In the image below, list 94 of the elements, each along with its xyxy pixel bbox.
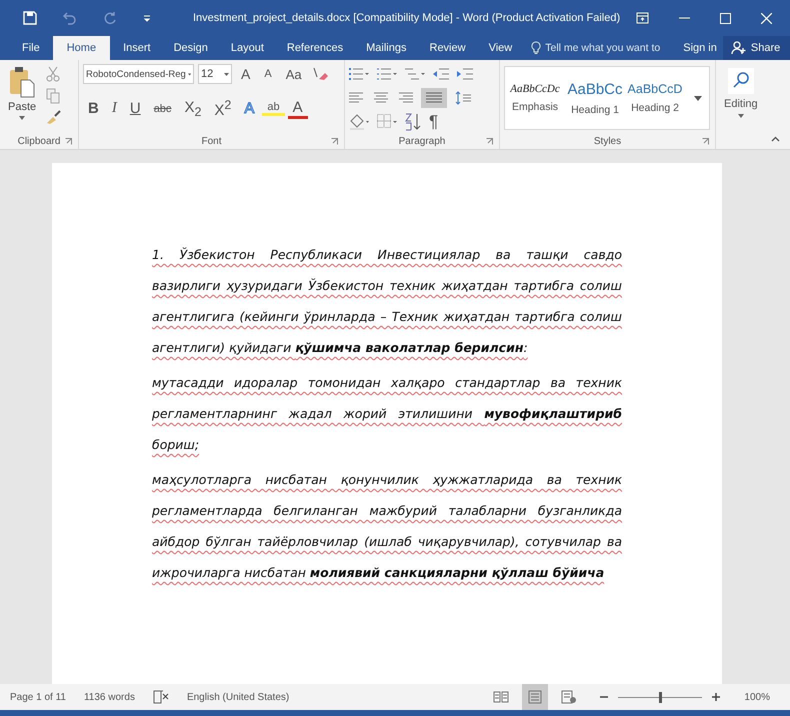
person-plus-icon [730,41,746,55]
align-right-icon[interactable] [397,92,413,104]
redo-icon[interactable] [103,11,117,25]
dialog-launcher-icon[interactable] [486,138,493,144]
scissors-icon[interactable] [46,66,60,82]
font-name-field[interactable]: RobotoCondensed-Reg [83,64,194,84]
minimize-icon[interactable] [679,17,690,19]
paint-bucket-icon[interactable] [349,114,369,130]
ribbon-tab[interactable]: Design [164,36,218,60]
close-icon[interactable] [761,12,772,24]
italic-button[interactable]: I [106,100,122,117]
copy-icon[interactable] [46,88,60,104]
ribbon-tab[interactable]: References [276,36,354,60]
undo-icon[interactable] [63,11,77,25]
collapse-ribbon-icon[interactable] [771,136,780,142]
style-preview: AaBbCcD [628,82,682,96]
proofing-icon[interactable] [152,690,169,704]
underline-button[interactable]: U [124,100,146,117]
word-count[interactable]: 1136 words [84,692,135,702]
web-page-icon [561,690,578,704]
caret-icon [738,114,744,118]
group-label: Styles [594,136,622,146]
ribbon-tab[interactable]: View [478,36,522,60]
bullet-list-icon[interactable] [349,68,369,80]
ribbon-tab[interactable]: Insert [113,36,161,60]
style-preview: AaBbCcDc [510,83,560,95]
ribbon-tab[interactable]: Review [420,36,476,60]
numbered-list-icon[interactable] [377,68,397,80]
style-option[interactable]: AaBbCcDc Emphasis [505,67,565,129]
document-paragraph: мутасадди идоралар томонидан халқаро стандартлар ва техник регламентларнинг жадал жорий этилишини мувофиқлаштириб бориш; [152,374,622,454]
ribbon-tab[interactable]: File [12,36,50,60]
save-icon[interactable] [23,11,37,25]
language-indicator[interactable]: English (United States) [186,692,290,702]
search-icon [728,68,754,94]
page-icon [528,690,542,704]
caret-icon [188,72,191,76]
multilevel-list-icon[interactable] [405,68,425,80]
clipboard-icon [9,66,36,98]
group-label: Font [201,136,222,146]
caret-icon [19,116,26,120]
page-count[interactable]: Page 1 of 11 [10,692,66,702]
eraser-icon[interactable] [310,66,329,82]
grow-font-button[interactable]: A [236,66,256,82]
align-center-icon[interactable] [373,92,389,104]
bold-button[interactable]: B [83,100,104,117]
style-option[interactable]: AaBbCcD Heading 2 [625,67,685,129]
ribbon-display-icon[interactable] [636,12,649,24]
change-case-button[interactable]: Aa [280,66,307,82]
zoom-in-icon[interactable] [712,693,720,701]
decrease-indent-icon[interactable] [433,68,449,80]
style-preview: AaBbCc [567,80,623,98]
maximize-icon[interactable] [720,12,731,24]
color-button[interactable]: A [288,98,308,118]
paste-button[interactable]: Paste [4,64,40,133]
show-formatting-button[interactable]: ¶ [429,112,438,132]
editing-button[interactable]: Editing [720,64,762,122]
style-option[interactable]: AaBbCc Heading 1 [565,67,625,129]
sup-button[interactable]: X$^{2}$ [209,98,236,119]
strike-button[interactable]: abc [148,102,176,114]
zoom-slider-thumb[interactable] [659,692,662,702]
dialog-launcher-icon[interactable] [65,138,72,144]
lightbulb-icon [531,41,542,55]
tell-me-field[interactable]: Tell me what you want to [531,36,682,60]
justify-icon[interactable] [421,88,447,108]
sign-in-link[interactable]: Sign in [681,36,723,60]
document-paragraph: 1. Ўзбекистон Республикаси Инвестициялар ва ташқи савдо вазирлиги ҳузуридаги Ўзбекистон техник жиҳатдан тартибга солиш агентлигига (кейинги ўринларда – Техник жиҳатдан тартибга солиш агентлиги) қуйидаги қўшимча ваколатлар берилсин: [152,246,622,357]
ribbon-tab[interactable]: Mailings [356,36,416,60]
group-label: Clipboard [18,136,60,146]
style-name: Heading 1 [571,104,619,116]
ribbon-tab[interactable]: Home [52,36,110,60]
borders-icon[interactable] [377,114,397,130]
zoom-level[interactable]: 100% [744,692,770,702]
increase-indent-icon[interactable] [457,68,473,80]
group-label: Paragraph [398,136,446,146]
dialog-launcher-icon[interactable] [702,138,709,144]
more-styles-caret-icon[interactable] [694,96,702,100]
shrink-font-button[interactable]: A [259,68,277,80]
align-left-icon[interactable] [349,92,365,104]
style-name: Emphasis [512,101,558,113]
window-title: Investment_project_details.docx [Compatibility Mode] - Word (Product Activation Failed) [193,12,622,24]
highlight-button[interactable]: ab [262,101,285,116]
print-layout-button[interactable] [522,684,548,710]
paintbrush-icon[interactable] [46,110,62,124]
dialog-launcher-icon[interactable] [331,138,338,144]
ribbon-tab[interactable]: Layout [220,36,274,60]
book-icon [493,691,510,703]
sub-button[interactable]: X$_{2}$ [179,98,206,118]
style-name: Heading 2 [631,102,679,114]
document-paragraph: маҳсулотларга нисбатан қонунчилик ҳужжатларида ва техник регламентларда белгиланган мажбурий талабларни бузганликда айбдор бўлган тайёрловчилар (ишлаб чиқарувчилар), сотувчилар ва ижрочиларга нисбатан молиявий санкцияларни қўллаш бўйича [152,471,622,582]
font-size-field[interactable]: 12 [198,64,232,84]
customize-caret-icon[interactable] [143,14,151,22]
share-button[interactable]: Share [722,36,790,60]
caret-icon [224,72,229,76]
sort-icon[interactable] [405,113,421,131]
